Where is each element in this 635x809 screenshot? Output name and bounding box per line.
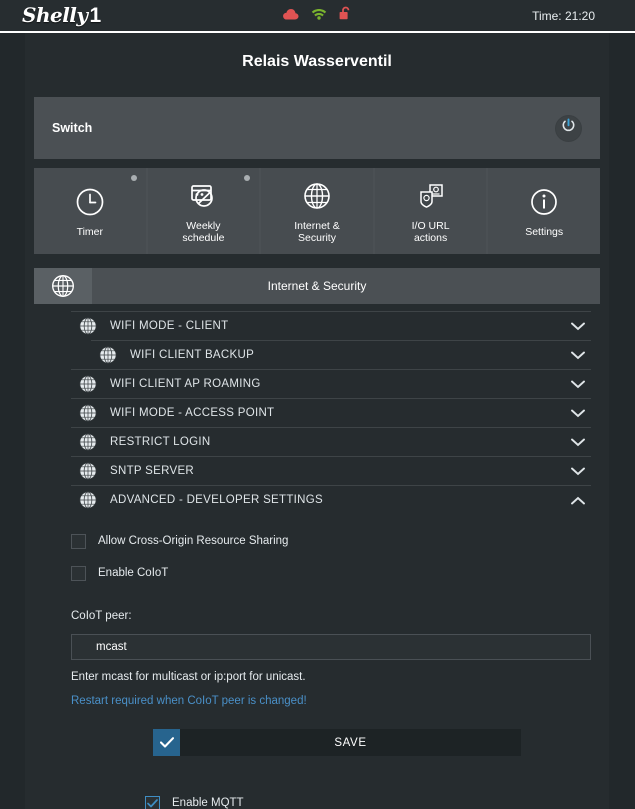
chevron-down-icon[interactable] <box>565 380 591 389</box>
coiot-enable-checkbox[interactable] <box>71 565 86 581</box>
power-icon <box>561 118 576 138</box>
chevron-up-icon[interactable] <box>565 496 591 505</box>
tab-io-url-actions-label: I/O URL actions <box>411 220 450 244</box>
globe-icon <box>71 375 105 393</box>
top-bar: Shelly 1 Time: 21:20 <box>0 0 635 33</box>
settings-accordion: WIFI MODE - CLIENT WIFI CLIENT BACKUP WI… <box>71 311 591 514</box>
switch-label: Switch <box>52 121 93 135</box>
unlocked-padlock-icon <box>339 6 352 25</box>
page-frame: Relais Wasserventil Switch Timer Weekly … <box>0 33 635 809</box>
cors-label: Allow Cross-Origin Resource Sharing <box>98 535 289 547</box>
globe-icon <box>71 433 105 451</box>
accordion-row-sntp-server[interactable]: SNTP SERVER <box>71 456 591 485</box>
page-title: Relais Wasserventil <box>242 53 392 70</box>
accordion-row-advanced-developer-settings[interactable]: ADVANCED - DEVELOPER SETTINGS <box>71 485 591 514</box>
chevron-down-icon[interactable] <box>565 351 591 360</box>
accordion-label: WIFI CLIENT AP ROAMING <box>110 378 261 390</box>
tab-io-url-actions[interactable]: I/O URL actions <box>374 168 487 254</box>
globe-icon <box>34 268 92 304</box>
accordion-label: RESTRICT LOGIN <box>110 436 211 448</box>
mqtt-enable-row[interactable]: Enable MQTT <box>145 790 573 809</box>
accordion-label: WIFI MODE - CLIENT <box>110 320 229 332</box>
tab-timer-label: Timer <box>76 226 104 238</box>
tab-internet-security[interactable]: Internet & Security <box>261 168 373 254</box>
shelly-logo: Shelly 1 <box>22 3 101 28</box>
accordion-label: WIFI MODE - ACCESS POINT <box>110 407 275 419</box>
timer-status-dot <box>130 175 137 181</box>
tab-timer[interactable]: Timer <box>34 168 146 254</box>
tab-internet-security-label: Internet & Security <box>294 220 340 244</box>
save-button-group[interactable]: SAVE <box>153 729 521 756</box>
tab-weekly-schedule[interactable]: Weekly schedule <box>147 168 260 254</box>
globe-icon <box>71 491 105 509</box>
section-title: Internet & Security <box>267 279 367 293</box>
coiot-peer-input[interactable] <box>71 634 591 660</box>
accordion-label: ADVANCED - DEVELOPER SETTINGS <box>110 494 323 506</box>
globe-icon <box>91 346 125 364</box>
globe-icon <box>71 462 105 480</box>
clock-icon <box>75 184 105 220</box>
coiot-helper-text: Enter mcast for multicast or ip:port for… <box>71 671 306 683</box>
mqtt-enable-label: Enable MQTT <box>172 797 244 809</box>
logo-model: 1 <box>89 4 102 27</box>
wifi-icon <box>311 7 327 25</box>
chevron-down-icon[interactable] <box>565 409 591 418</box>
power-toggle-button[interactable] <box>555 114 582 142</box>
accordion-row-restrict-login[interactable]: RESTRICT LOGIN <box>71 427 591 456</box>
globe-icon <box>71 317 105 335</box>
url-actions-icon <box>417 178 445 214</box>
clock-label: Time: 21:20 <box>532 8 595 23</box>
coiot-enable-checkbox-row[interactable]: Enable CoIoT <box>71 560 591 586</box>
cloud-icon <box>282 7 299 25</box>
accordion-label: WIFI CLIENT BACKUP <box>130 349 255 361</box>
info-icon <box>530 184 558 220</box>
chevron-down-icon[interactable] <box>565 467 591 476</box>
feature-tab-grid: Timer Weekly schedule Internet & Securit… <box>34 168 600 254</box>
coiot-enable-label: Enable CoIoT <box>98 567 169 579</box>
accordion-row-wifi-mode-client[interactable]: WIFI MODE - CLIENT <box>71 311 591 340</box>
accordion-label: SNTP SERVER <box>110 465 195 477</box>
accordion-row-wifi-mode-access-point[interactable]: WIFI MODE - ACCESS POINT <box>71 398 591 427</box>
mqtt-enable-checkbox[interactable] <box>145 795 160 809</box>
check-icon <box>153 729 180 756</box>
logo-text: Shelly <box>22 3 88 27</box>
save-button[interactable]: SAVE <box>180 729 521 756</box>
cors-checkbox[interactable] <box>71 533 86 549</box>
cors-checkbox-row[interactable]: Allow Cross-Origin Resource Sharing <box>71 528 591 554</box>
globe-icon <box>303 178 331 214</box>
chevron-down-icon[interactable] <box>565 438 591 447</box>
tab-settings-label: Settings <box>525 226 564 238</box>
weekly-schedule-status-dot <box>244 175 251 181</box>
globe-icon <box>71 404 105 422</box>
accordion-row-wifi-client-ap-roaming[interactable]: WIFI CLIENT AP ROAMING <box>71 369 591 398</box>
content-panel: Relais Wasserventil Switch Timer Weekly … <box>25 33 609 809</box>
tab-weekly-schedule-label: Weekly schedule <box>182 220 225 244</box>
switch-panel: Switch <box>34 97 600 159</box>
tab-settings[interactable]: Settings <box>488 168 600 254</box>
chevron-down-icon[interactable] <box>565 322 591 331</box>
advanced-developer-settings-body: Allow Cross-Origin Resource Sharing Enab… <box>71 514 591 809</box>
section-header: Internet & Security <box>34 268 600 304</box>
coiot-peer-label: CoIoT peer: <box>71 610 132 622</box>
calendar-icon <box>188 178 218 214</box>
status-icon-group <box>282 0 352 31</box>
accordion-row-wifi-client-backup[interactable]: WIFI CLIENT BACKUP <box>91 340 591 369</box>
coiot-restart-warning[interactable]: Restart required when CoIoT peer is chan… <box>71 695 591 707</box>
